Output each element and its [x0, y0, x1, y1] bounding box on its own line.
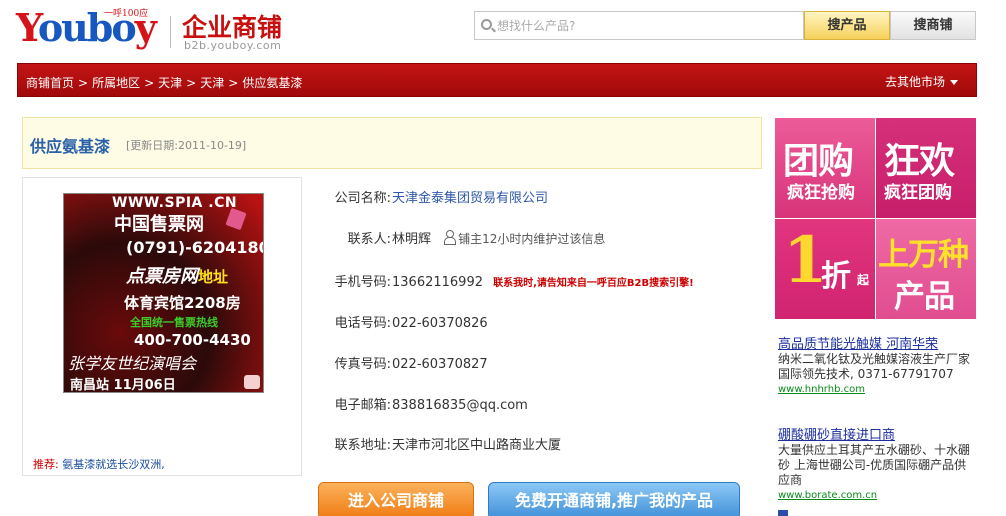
- ad-address: 体育宾馆2208房: [124, 294, 241, 312]
- company-label: 公司名称:: [334, 191, 391, 206]
- logo-divider: [170, 16, 171, 48]
- breadcrumb-shop-home[interactable]: 商铺首页: [26, 76, 74, 90]
- address-row: 联系地址:天津市河北区中山路商业大厦: [318, 434, 561, 454]
- promo-tile-group-buy: 团购 疯狂抢购: [775, 118, 875, 218]
- open-shop-button[interactable]: 免费开通商铺,推广我的产品: [488, 482, 740, 516]
- company-row: 公司名称:天津金泰集团贸易有限公司: [318, 187, 548, 207]
- ad-brand: 中国售票网: [114, 214, 204, 235]
- product-title-bar: 供应氨基漆 [更新日期:2011-10-19]: [22, 117, 762, 169]
- breadcrumb-city[interactable]: 天津: [200, 76, 224, 90]
- recommend-link[interactable]: 氨基漆就选长沙双洲,: [62, 458, 165, 471]
- breadcrumb-current: 供应氨基漆: [242, 76, 303, 90]
- breadcrumb-separator: >: [78, 76, 89, 90]
- recommend-label: 推荐:: [33, 458, 59, 471]
- phone-value: 022-60370826: [392, 316, 488, 331]
- breadcrumb-separator: >: [186, 76, 197, 90]
- mobile-note: 联系我时,请告知来自一呼百应B2B搜索引擎!: [493, 278, 694, 289]
- fax-label: 传真号码:: [334, 357, 391, 372]
- ad-url: WWW.SPIA .CN: [112, 195, 238, 211]
- ad-feedback-strip: [778, 507, 974, 516]
- ad-concert: 张学友世纪演唱会: [68, 354, 197, 373]
- search-input[interactable]: [497, 15, 797, 36]
- search-icon: [481, 19, 492, 30]
- page-title: 供应氨基漆: [30, 137, 111, 156]
- ad-hotline: 400-700-4430: [134, 331, 251, 349]
- side-ad-body: 大量供应土耳其产五水硼砂、十水硼砂 上海世硼公司-优质国际硼产品供应商: [778, 443, 971, 487]
- maintenance-note: 铺主12小时内维护过该信息: [443, 230, 605, 247]
- person-icon: [443, 230, 457, 245]
- group-buy-promo-banner[interactable]: 团购 疯狂抢购 狂欢 疯狂团购 1 折 起 上万种 产品: [775, 118, 976, 319]
- search-box: [474, 11, 804, 40]
- company-name-link[interactable]: 天津金泰集团贸易有限公司: [392, 187, 548, 206]
- nav-bar: 商铺首页 > 所属地区 > 天津 > 天津 > 供应氨基漆 去其他市场: [17, 63, 977, 97]
- breadcrumb-region[interactable]: 所属地区: [92, 76, 140, 90]
- side-ad-body: 纳米二氧化钛及光触媒溶液生产厂家 国际领先技术, 0371-67791707: [778, 352, 971, 381]
- mobile-label: 手机号码:: [334, 275, 391, 290]
- paw-icon: [244, 375, 260, 389]
- side-ad-headline[interactable]: 硼酸硼砂直接进口商: [778, 428, 974, 443]
- ad-choice-icon: [778, 510, 788, 516]
- contact-row: 联系人:林明辉 铺主12小时内维护过该信息: [318, 228, 605, 248]
- update-date: [更新日期:2011-10-19]: [126, 139, 247, 152]
- address-label: 联系地址:: [334, 438, 391, 453]
- promo-tile-carnival: 狂欢 疯狂团购: [876, 118, 976, 218]
- fax-row: 传真号码:022-60370827: [318, 353, 488, 373]
- promo-tile-discount: 1 折 起: [775, 219, 875, 319]
- ad-phone: (0791)-6204180: [126, 238, 264, 257]
- search-shops-button[interactable]: 搜商铺: [890, 11, 976, 40]
- contact-value: 林明辉: [392, 232, 432, 247]
- email-value: 838816835@qq.com: [392, 398, 528, 413]
- breadcrumb-separator: >: [228, 76, 239, 90]
- ad-date: 南昌站 11月06日: [70, 378, 176, 393]
- email-row: 电子邮箱:838816835@qq.com: [318, 394, 528, 414]
- side-ad-headline[interactable]: 高品质节能光触媒 河南华荣: [778, 337, 974, 352]
- promo-tile-products: 上万种 产品: [876, 219, 976, 319]
- breadcrumb-province[interactable]: 天津: [158, 76, 182, 90]
- mobile-value: 13662116992: [392, 275, 483, 290]
- product-image-panel: WWW.SPIA .CN 中国售票网 (0791)-6204180 点票房网地址…: [22, 177, 302, 476]
- ad-site-name: 点票房网地址: [126, 266, 229, 287]
- side-ad[interactable]: 高品质节能光触媒 河南华荣 纳米二氧化钛及光触媒溶液生产厂家 国际领先技术, 0…: [778, 337, 974, 397]
- phone-row: 电话号码:022-60370826: [318, 312, 488, 332]
- concert-ticket-ad-image[interactable]: WWW.SPIA .CN 中国售票网 (0791)-6204180 点票房网地址…: [63, 193, 264, 393]
- fax-value: 022-60370827: [392, 357, 488, 372]
- other-market-dropdown[interactable]: 去其他市场: [885, 73, 958, 90]
- recommend-line[interactable]: 推荐: 氨基漆就选长沙双洲,: [33, 456, 165, 472]
- tag-icon: [225, 207, 247, 231]
- ad-hotline-label: 全国统一售票热线: [130, 316, 218, 329]
- logo-domain: b2b.youboy.com: [184, 39, 282, 52]
- search-products-button[interactable]: 搜产品: [804, 11, 890, 40]
- side-ad-url[interactable]: www.hnhrhb.com: [778, 382, 974, 397]
- logo-slogan: 一呼100应: [104, 9, 149, 19]
- address-value: 天津市河北区中山路商业大厦: [392, 438, 562, 453]
- contact-label: 联系人:: [347, 232, 391, 247]
- phone-label: 电话号码:: [334, 316, 391, 331]
- other-market-label: 去其他市场: [884, 75, 945, 89]
- breadcrumb: 商铺首页 > 所属地区 > 天津 > 天津 > 供应氨基漆: [26, 74, 302, 91]
- side-ad[interactable]: 硼酸硼砂直接进口商 大量供应土耳其产五水硼砂、十水硼砂 上海世硼公司-优质国际硼…: [778, 428, 974, 503]
- chevron-down-icon: [950, 80, 958, 85]
- side-ad-url[interactable]: www.borate.com.cn: [778, 488, 974, 503]
- email-label: 电子邮箱:: [334, 398, 391, 413]
- enter-shop-button[interactable]: 进入公司商铺: [318, 482, 474, 516]
- mobile-row: 手机号码:13662116992 联系我时,请告知来自一呼百应B2B搜索引擎!: [318, 271, 694, 291]
- breadcrumb-separator: >: [144, 76, 155, 90]
